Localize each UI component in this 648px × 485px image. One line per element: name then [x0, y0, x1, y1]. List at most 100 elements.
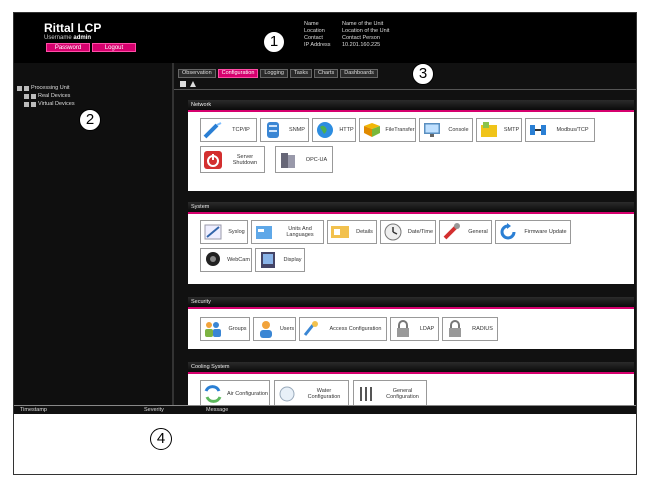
- info-key-location: Location: [304, 28, 325, 34]
- info-key-contact: Contact: [304, 35, 323, 41]
- tile-label: Access Configuration: [329, 326, 382, 332]
- message-log: Timestamp Severity Message: [14, 405, 636, 474]
- section-security: Security Groups Users Access Configurati…: [188, 297, 634, 349]
- column-severity[interactable]: Severity: [144, 406, 206, 414]
- callout-1: 1: [263, 31, 285, 53]
- collapse-up-icon[interactable]: [190, 81, 196, 87]
- username-value: admin: [73, 35, 92, 41]
- tile-label: Water Configuration: [307, 387, 341, 400]
- folder-icon: [24, 85, 29, 91]
- tile-users[interactable]: Users: [253, 317, 296, 341]
- folder-icon: [31, 93, 36, 99]
- tile-label: Air Configuration: [227, 390, 268, 397]
- tile-filetransfer[interactable]: FileTransfer: [359, 118, 416, 142]
- tile-label: Users: [279, 326, 295, 332]
- tile-label: Firmware Update: [524, 229, 567, 235]
- tile-details[interactable]: Details: [327, 220, 377, 244]
- tile-label: Console: [448, 127, 469, 133]
- pencil-icon: [204, 224, 222, 240]
- tab-tasks[interactable]: Tasks: [289, 69, 313, 78]
- tile-snmp[interactable]: SNMP: [260, 118, 309, 142]
- expand-icon: [24, 93, 29, 99]
- tile-ldap[interactable]: LDAP: [390, 317, 439, 341]
- tab-bar: Observation Configuration Logging Tasks …: [178, 69, 380, 78]
- section-network: Network TCP/IP SNMP HTTP FileTransfer Co…: [188, 100, 634, 191]
- tab-logging[interactable]: Logging: [260, 69, 288, 78]
- tile-label: Display: [283, 257, 302, 263]
- app-title: Rittal LCP: [44, 21, 102, 35]
- database-icon: [267, 122, 279, 138]
- power-icon: [204, 150, 222, 169]
- logout-button[interactable]: Logout: [92, 43, 136, 52]
- document-icon[interactable]: [180, 81, 186, 87]
- tile-label: General Configuration: [386, 387, 419, 400]
- column-message[interactable]: Message: [206, 406, 228, 414]
- info-value-contact: Contact Person: [342, 35, 380, 41]
- tile-units-languages[interactable]: Units And Languages: [251, 220, 324, 244]
- tree-item-label: Processing Unit: [31, 85, 70, 91]
- username-label: Username: [44, 35, 72, 41]
- webcam-icon: [206, 252, 220, 266]
- info-key-name: Name: [304, 21, 319, 27]
- section-system: System Syslog Units And Languages Detail…: [188, 202, 634, 284]
- tile-label: SMTP: [503, 127, 520, 133]
- tile-groups[interactable]: Groups: [200, 317, 250, 341]
- tile-date-time[interactable]: Date/Time: [380, 220, 436, 244]
- tile-label: SNMP: [289, 127, 305, 133]
- tab-dashboards[interactable]: Dashboards: [340, 69, 378, 78]
- tile-modbus-tcp[interactable]: Modbus/TCP: [525, 118, 595, 142]
- tile-webcam[interactable]: WebCam: [200, 248, 252, 272]
- tile-opc-ua[interactable]: OPC-UA: [275, 146, 333, 173]
- tab-charts[interactable]: Charts: [314, 69, 339, 78]
- callout-2: 2: [79, 109, 101, 131]
- toolbar: [180, 81, 200, 87]
- tile-label: FileTransfer: [385, 127, 415, 133]
- tree-item-processing-unit[interactable]: Processing Unit: [17, 85, 70, 91]
- mail-server-icon: [481, 122, 497, 137]
- tile-general[interactable]: General: [439, 220, 492, 244]
- user-line: Username admin: [44, 35, 91, 41]
- tile-air-configuration[interactable]: Air Configuration: [200, 380, 270, 407]
- display-icon: [261, 252, 275, 268]
- tile-server-shutdown[interactable]: Server Shutdown: [200, 146, 265, 173]
- tile-http[interactable]: HTTP: [312, 118, 356, 142]
- tile-label: Details: [356, 229, 373, 235]
- tree-item-label: Virtual Devices: [38, 101, 75, 107]
- lock-icon: [397, 320, 409, 337]
- tile-label: Units And Languages: [286, 226, 314, 238]
- password-button[interactable]: Password: [46, 43, 90, 52]
- tree-item-real-devices[interactable]: Real Devices: [24, 93, 70, 99]
- tile-display[interactable]: Display: [255, 248, 305, 272]
- tile-label: Server Shutdown: [232, 153, 258, 166]
- tile-label: RADIUS: [472, 326, 493, 332]
- tile-smtp[interactable]: SMTP: [476, 118, 522, 142]
- tile-access-configuration[interactable]: Access Configuration: [299, 317, 387, 341]
- tile-general-configuration[interactable]: General Configuration: [353, 380, 427, 407]
- tile-label: LDAP: [419, 326, 435, 332]
- tile-label: Groups: [228, 326, 247, 332]
- tile-water-configuration[interactable]: Water Configuration: [274, 380, 349, 407]
- expand-icon: [24, 101, 29, 107]
- lock-icon: [449, 320, 461, 337]
- file-transfer-icon: [364, 123, 380, 137]
- tab-configuration[interactable]: Configuration: [217, 69, 259, 78]
- globe-icon: [317, 122, 333, 138]
- tile-console[interactable]: Console: [419, 118, 473, 142]
- column-timestamp[interactable]: Timestamp: [14, 406, 144, 414]
- tree-item-virtual-devices[interactable]: Virtual Devices: [24, 101, 75, 107]
- tile-firmware-update[interactable]: Firmware Update: [495, 220, 571, 244]
- folder-icon: [17, 85, 22, 91]
- tab-observation[interactable]: Observation: [178, 69, 216, 78]
- section-title: Security: [188, 297, 634, 309]
- tile-radius[interactable]: RADIUS: [442, 317, 498, 341]
- user-icon: [260, 321, 272, 338]
- units-icon: [256, 226, 272, 239]
- tile-syslog[interactable]: Syslog: [200, 220, 248, 244]
- tile-label: WebCam: [227, 257, 250, 263]
- tree-item-label: Real Devices: [38, 93, 71, 99]
- tile-tcpip[interactable]: TCP/IP: [200, 118, 257, 142]
- tile-label: Date/Time: [407, 229, 434, 235]
- info-value-location: Location of the Unit: [342, 28, 390, 34]
- unit-info: Name Name of the Unit Location Location of…: [304, 21, 389, 49]
- tile-label: TCP/IP: [232, 127, 250, 133]
